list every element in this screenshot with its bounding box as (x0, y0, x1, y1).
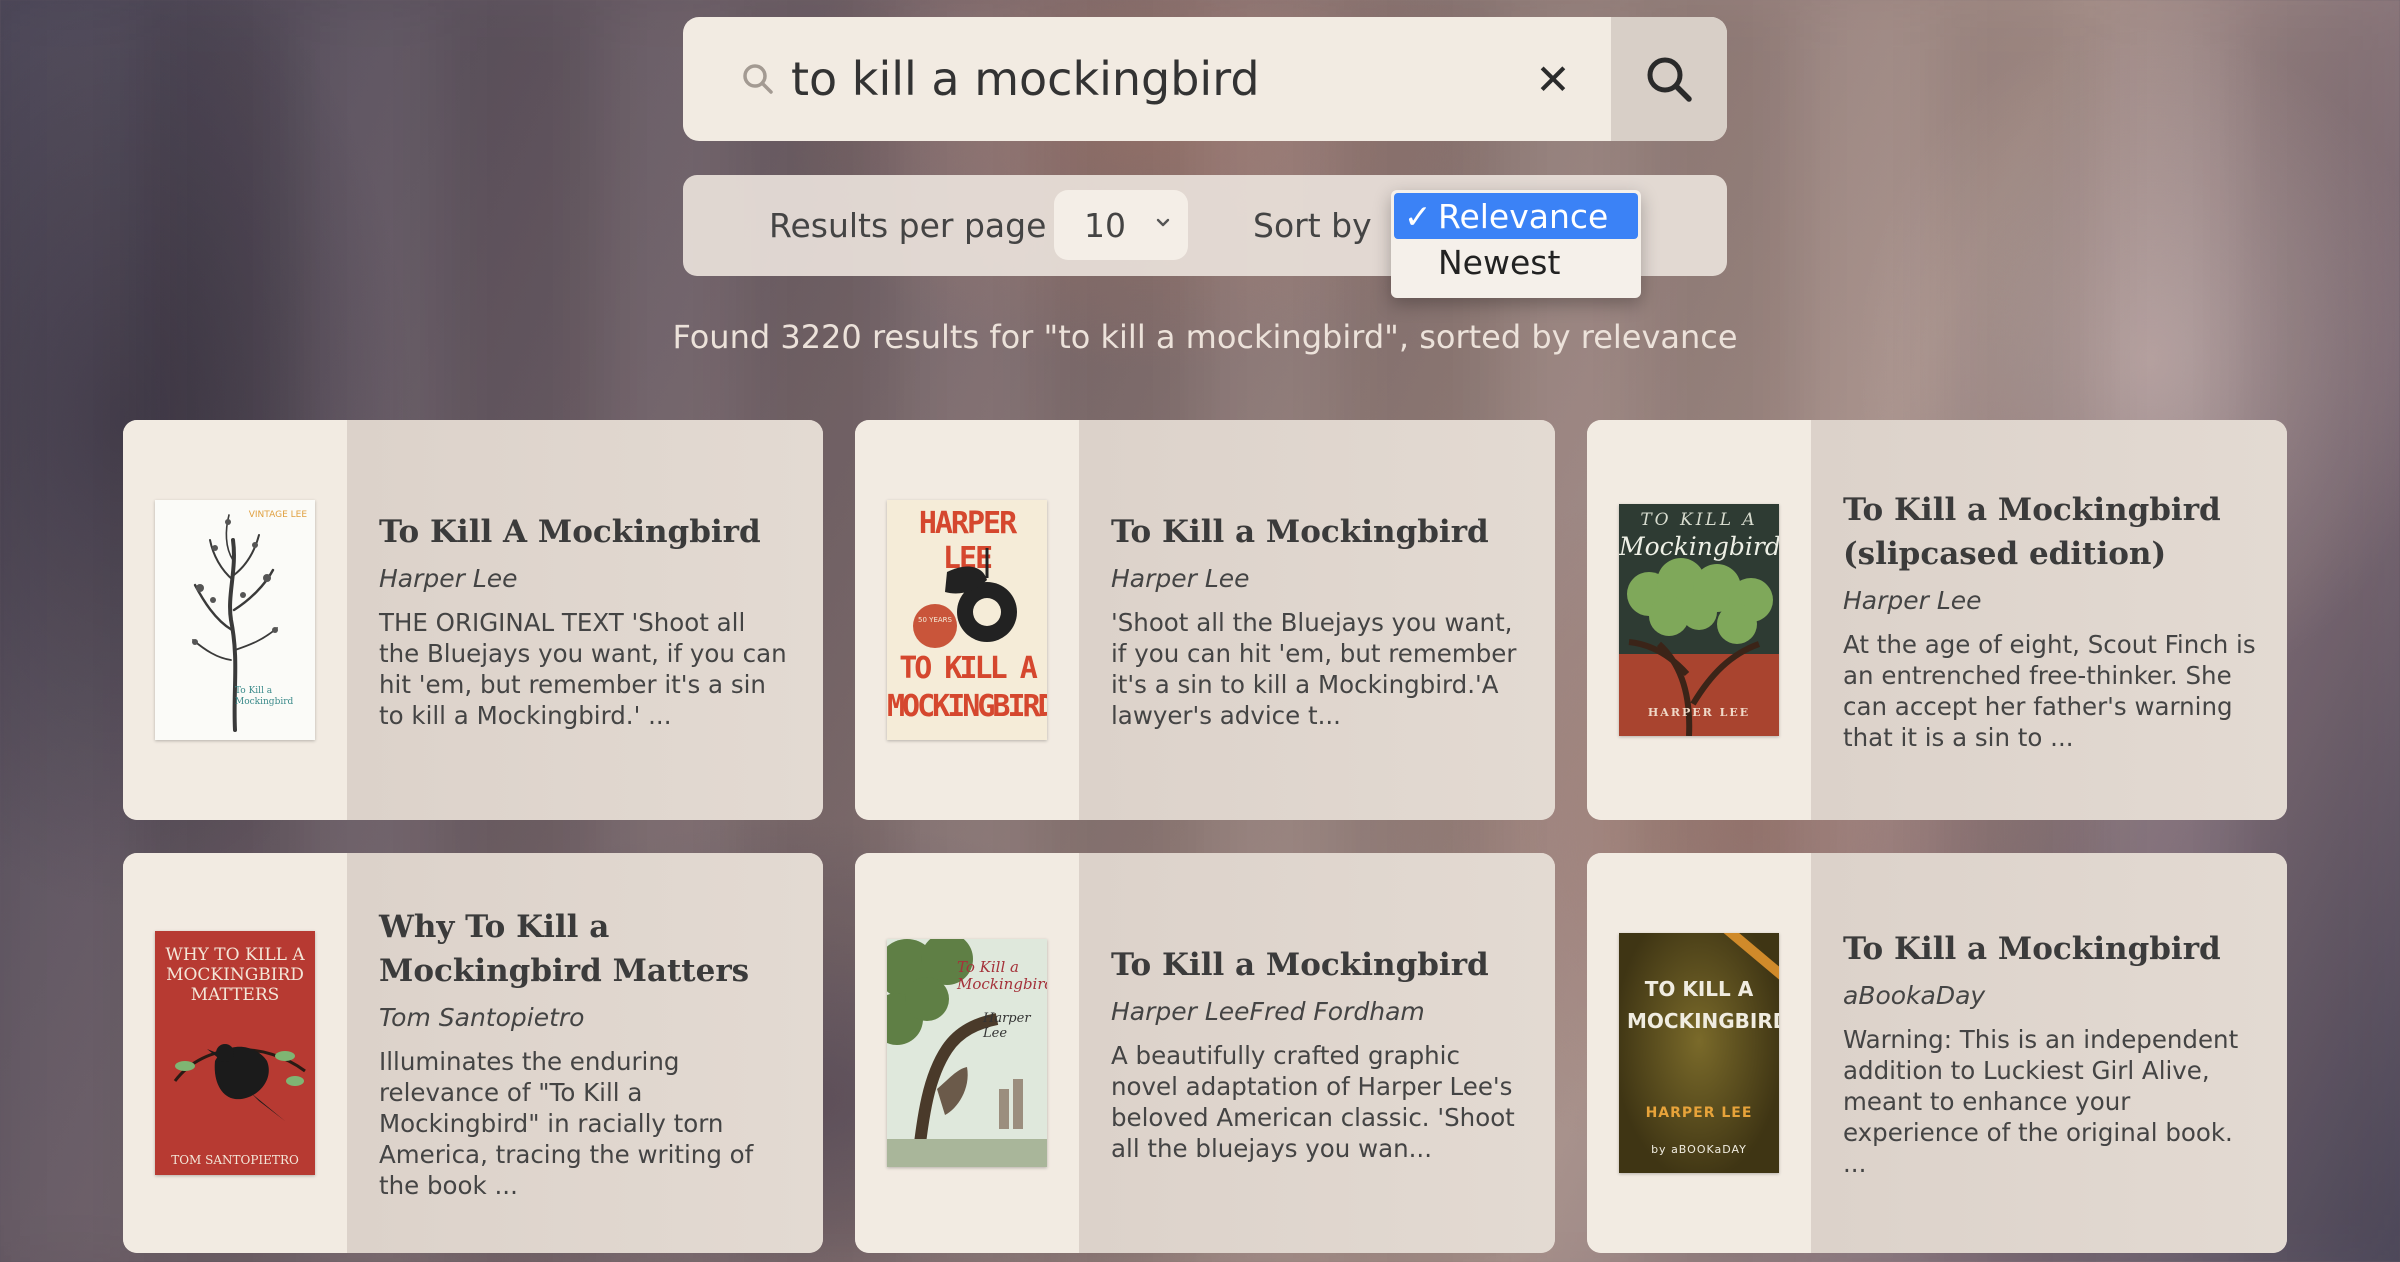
cover-bottom-text: Harper Lee (983, 1011, 1031, 1041)
cover-bottom-text: TO KILL A MOCKINGBIRD (887, 651, 1047, 724)
book-title[interactable]: To Kill a Mockingbird (1843, 927, 2257, 971)
cover-bottom-text: HARPER LEE (1647, 706, 1751, 719)
cover-bottom-text: TOM SANTOPIETRO (171, 1153, 299, 1167)
book-title[interactable]: Why To Kill a Mockingbird Matters (379, 905, 793, 993)
book-title[interactable]: To Kill a Mockingbird (1111, 510, 1525, 554)
book-author: Harper Lee (1843, 585, 1982, 615)
book-author: Harper LeeFred Fordham (1111, 996, 1425, 1026)
search-input[interactable] (791, 52, 1513, 106)
cover-bottom-text: To Kill a Mockingbird (235, 686, 294, 707)
close-icon: ✕ (1535, 54, 1571, 104)
book-title[interactable]: To Kill a Mockingbird (1111, 943, 1525, 987)
book-cover-area: TO KILL A MOCKINGBIRD HARPER LEE by aBOO… (1587, 853, 1811, 1253)
sort-by-label: Sort by (1253, 206, 1372, 245)
search-button[interactable] (1611, 17, 1727, 141)
book-cover-area: To Kill a Mockingbird Harper Lee (855, 853, 1079, 1253)
tree-illustration (1619, 558, 1779, 736)
book-cover-area: VINTAGE LEE To Kill a Mockingbird (123, 420, 347, 820)
book-author: aBookaDay (1843, 981, 1986, 1010)
book-author: Harper Lee (379, 563, 518, 593)
book-description: At the age of eight, Scout Finch is an e… (1843, 629, 2256, 752)
clear-search-button[interactable]: ✕ (1513, 17, 1593, 141)
sort-option-relevance[interactable]: ✓ Relevance (1394, 193, 1638, 239)
book-title[interactable]: To Kill a Mockingbird (slipcased edition… (1843, 488, 2257, 576)
bird-illustration (173, 1044, 306, 1121)
svg-text:50 YEARS: 50 YEARS (918, 616, 952, 624)
book-card[interactable]: To Kill a Mockingbird Harper Lee To Kill… (855, 853, 1555, 1253)
results-summary: Found 3220 results for "to kill a mockin… (672, 318, 1738, 356)
sort-option-label: Relevance (1438, 196, 1609, 236)
cover-top-text: To Kill a Mockingbird (957, 958, 1047, 993)
book-card-body: Why To Kill a Mockingbird Matters Tom Sa… (347, 853, 823, 1253)
sort-by-dropdown[interactable]: ✓ Relevance Newest (1391, 190, 1641, 298)
book-cover[interactable]: VINTAGE LEE To Kill a Mockingbird (155, 500, 315, 740)
chevron-down-icon (1156, 218, 1170, 227)
cover-bottom-text: by aBOOKaDAY (1651, 1143, 1747, 1156)
results-per-page-label: Results per page (769, 206, 1047, 245)
sort-option-label: Newest (1438, 242, 1561, 282)
book-card-body: To Kill a Mockingbird Harper Lee 'Shoot … (1079, 420, 1555, 820)
results-per-page-value: 10 (1084, 205, 1126, 245)
search-bar: ✕ (683, 17, 1727, 141)
book-description: Warning: This is an independent addition… (1843, 1025, 2239, 1178)
book-cover[interactable]: TO KILL A MOCKINGBIRD HARPER LEE by aBOO… (1619, 933, 1779, 1173)
book-card-body: To Kill a Mockingbird aBookaDay Warning:… (1811, 853, 2287, 1253)
book-description: THE ORIGINAL TEXT 'Shoot all the Bluejay… (379, 607, 787, 730)
book-cover-area: WHY TO KILL A MOCKINGBIRD MATTERS TOM SA… (123, 853, 347, 1253)
checkmark-icon: ✓ (1404, 196, 1432, 236)
book-card[interactable]: VINTAGE LEE To Kill a Mockingbird To Kil… (123, 420, 823, 820)
sort-option-newest[interactable]: Newest (1394, 239, 1638, 285)
book-author: Tom Santopietro (379, 1003, 585, 1032)
book-description: A beautifully crafted graphic novel adap… (1111, 1040, 1515, 1163)
book-author: Harper Lee (1111, 563, 1250, 593)
book-cover[interactable]: WHY TO KILL A MOCKINGBIRD MATTERS TOM SA… (155, 931, 315, 1175)
search-icon (1647, 57, 1692, 102)
book-card[interactable]: WHY TO KILL A MOCKINGBIRD MATTERS TOM SA… (123, 853, 823, 1253)
book-title[interactable]: To Kill A Mockingbird (379, 510, 793, 554)
book-card-body: To Kill A Mockingbird Harper Lee THE ORI… (347, 420, 823, 820)
book-card[interactable]: HARPER LEE 50 YEARS TO KILL A MOCKINGBIR… (855, 420, 1555, 820)
book-card-body: To Kill a Mockingbird (slipcased edition… (1811, 420, 2287, 820)
book-card[interactable]: TO KILL A MOCKINGBIRD HARPER LEE by aBOO… (1587, 853, 2287, 1253)
book-card-body: To Kill a Mockingbird Harper LeeFred For… (1079, 853, 1555, 1253)
book-card[interactable]: TO KILL A Mockingbird HARPER LEE To Kill… (1587, 420, 2287, 820)
book-cover[interactable]: To Kill a Mockingbird Harper Lee (887, 939, 1047, 1167)
book-cover[interactable]: HARPER LEE 50 YEARS TO KILL A MOCKINGBIR… (887, 500, 1047, 740)
cover-mid-text: HARPER LEE (1645, 1105, 1753, 1121)
cover-top-text: TO KILL A MOCKINGBIRD (1627, 977, 1779, 1033)
book-cover-area: TO KILL A Mockingbird HARPER LEE (1587, 420, 1811, 820)
book-description: Illuminates the enduring relevance of "T… (379, 1047, 754, 1200)
book-description: 'Shoot all the Bluejays you want, if you… (1111, 607, 1517, 730)
results-per-page-select[interactable]: 10 (1054, 190, 1188, 260)
book-cover-area: HARPER LEE 50 YEARS TO KILL A MOCKINGBIR… (855, 420, 1079, 820)
book-cover[interactable]: TO KILL A Mockingbird HARPER LEE (1619, 504, 1779, 736)
